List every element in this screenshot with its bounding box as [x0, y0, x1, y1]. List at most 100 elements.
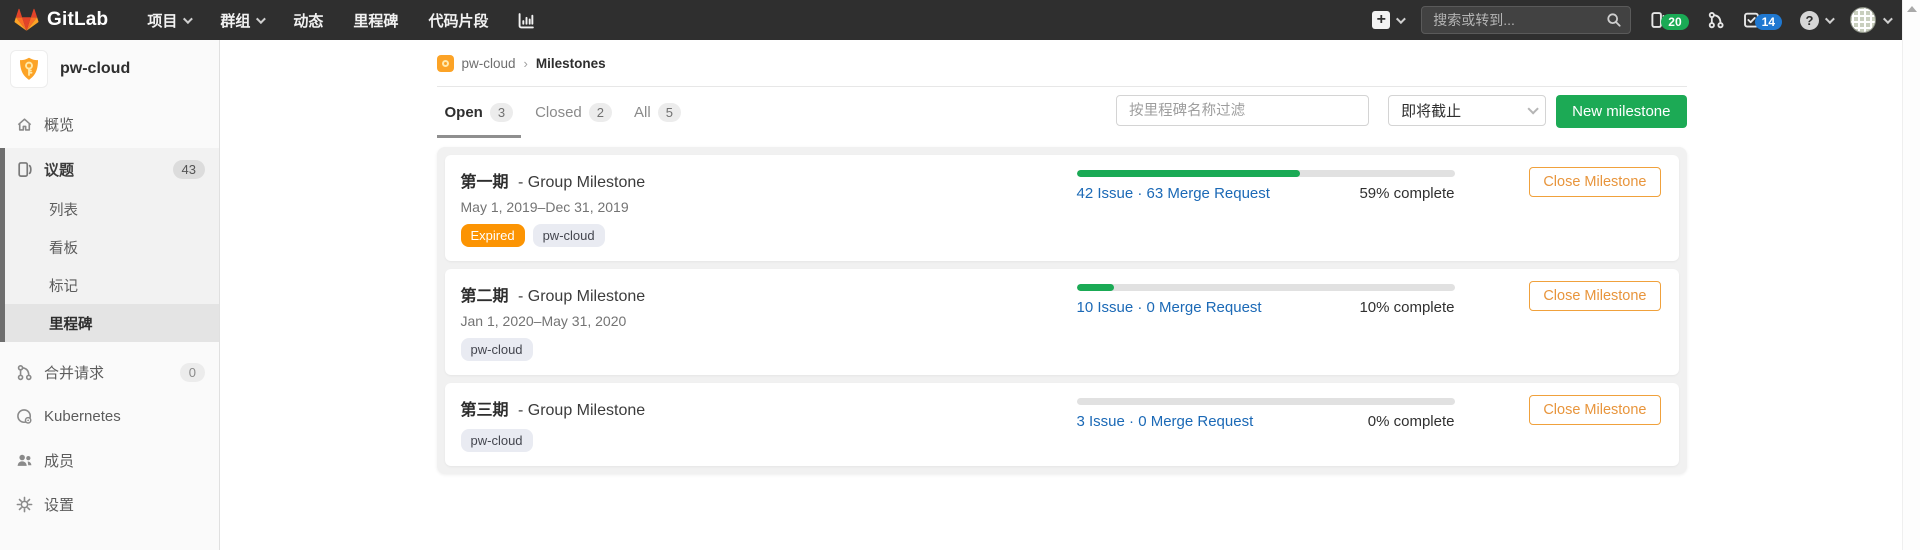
chevron-down-icon: [1825, 14, 1835, 24]
members-icon: [16, 452, 33, 469]
milestone-date-range: May 1, 2019–Dec 31, 2019: [461, 199, 1663, 215]
milestone-row: 第一期 - Group Milestone May 1, 2019–Dec 31…: [445, 155, 1679, 261]
home-icon: [16, 116, 33, 133]
user-avatar: [1850, 7, 1876, 33]
tab-closed[interactable]: Closed 2: [527, 95, 620, 138]
help-menu[interactable]: ?: [1800, 11, 1832, 30]
sidebar-item-label: 设置: [44, 494, 74, 515]
tab-closed-count: 2: [589, 103, 612, 122]
milestone-filter-input[interactable]: [1116, 95, 1369, 126]
nav-projects[interactable]: 项目: [134, 0, 203, 40]
tab-all[interactable]: All 5: [626, 95, 689, 138]
sidebar-item-kubernetes[interactable]: Kubernetes: [0, 394, 219, 438]
sidebar-item-boards[interactable]: 看板: [5, 228, 219, 266]
up-arrow-icon: [1907, 6, 1917, 12]
nav-milestones[interactable]: 里程碑: [340, 0, 411, 40]
help-icon: ?: [1800, 11, 1819, 30]
global-search: [1421, 6, 1631, 34]
tab-open-count: 3: [490, 103, 513, 122]
merge-requests-shortcut[interactable]: [1707, 11, 1725, 29]
close-milestone-button[interactable]: Close Milestone: [1529, 281, 1660, 311]
todos-shortcut[interactable]: 14: [1743, 11, 1782, 29]
milestone-title-suffix: - Group Milestone: [518, 402, 645, 419]
sidebar-item-label: 成员: [44, 450, 74, 471]
page-scrollbar[interactable]: [1902, 0, 1920, 550]
milestone-row: 第三期 - Group Milestone pw-cloud 3 Issue ·…: [445, 383, 1679, 466]
milestone-title-link[interactable]: 第二期: [461, 288, 509, 305]
issues-count-badge: 20: [1661, 14, 1688, 30]
tab-open[interactable]: Open 3: [437, 95, 522, 138]
sidebar-item-overview[interactable]: 概览: [0, 104, 219, 144]
issue-mr-links[interactable]: 42 Issue · 63 Merge Request: [1077, 185, 1270, 202]
sort-dropdown[interactable]: 即将截止: [1388, 95, 1546, 126]
chevron-down-icon: [256, 14, 266, 24]
project-label-badge[interactable]: pw-cloud: [461, 429, 533, 452]
nav-groups[interactable]: 群组: [207, 0, 276, 40]
user-menu[interactable]: [1850, 7, 1890, 33]
expired-badge: Expired: [461, 224, 525, 247]
project-label-badge[interactable]: pw-cloud: [533, 224, 605, 247]
new-menu-button[interactable]: +: [1372, 11, 1403, 29]
sidebar-item-labels[interactable]: 标记: [5, 266, 219, 304]
sidebar-item-milestones[interactable]: 里程碑: [5, 304, 219, 342]
issue-mr-links[interactable]: 3 Issue · 0 Merge Request: [1077, 413, 1254, 430]
sidebar-item-members[interactable]: 成员: [0, 438, 219, 482]
mr-count-pill: 0: [180, 363, 205, 382]
scrollbar-up-button[interactable]: [1903, 0, 1920, 18]
sidebar-issues-section: 议题 43 列表 看板 标记 里程碑: [0, 148, 219, 342]
milestone-progress: 10 Issue · 0 Merge Request 10% complete: [1077, 284, 1455, 316]
nav-activity[interactable]: 动态: [280, 0, 336, 40]
close-milestone-button[interactable]: Close Milestone: [1529, 395, 1660, 425]
progress-track: [1077, 170, 1455, 177]
project-sidebar: pw-cloud 概览 议题 43 列表 看板 标记 里程碑: [0, 40, 220, 550]
search-icon[interactable]: [1606, 12, 1622, 28]
sidebar-item-label: 议题: [44, 159, 74, 180]
milestone-progress: 3 Issue · 0 Merge Request 0% complete: [1077, 398, 1455, 430]
percent-complete: 59% complete: [1359, 185, 1454, 202]
milestone-title-link[interactable]: 第三期: [461, 402, 509, 419]
nav-snippets[interactable]: 代码片段: [415, 0, 501, 40]
close-milestone-button[interactable]: Close Milestone: [1529, 167, 1660, 197]
new-milestone-button[interactable]: New milestone: [1556, 95, 1686, 128]
gear-icon: [16, 496, 33, 513]
milestone-title-link[interactable]: 第一期: [461, 174, 509, 191]
analytics-icon[interactable]: [505, 0, 548, 40]
gitlab-logo[interactable]: GitLab: [14, 8, 108, 32]
cluster-icon: [16, 408, 33, 425]
issue-mr-links[interactable]: 10 Issue · 0 Merge Request: [1077, 299, 1262, 316]
breadcrumb-current-page: Milestones: [536, 56, 606, 71]
sidebar-item-issue-list[interactable]: 列表: [5, 190, 219, 228]
sidebar-project-name: pw-cloud: [60, 60, 130, 78]
breadcrumb-project-avatar: [437, 55, 454, 72]
progress-fill: [1077, 170, 1300, 177]
sidebar-item-label: 概览: [44, 114, 74, 135]
merge-request-icon: [16, 364, 33, 381]
project-label-badge[interactable]: pw-cloud: [461, 338, 533, 361]
milestone-row: 第二期 - Group Milestone Jan 1, 2020–May 31…: [445, 269, 1679, 375]
todos-count-badge: 14: [1755, 14, 1782, 30]
state-tabs: Open 3 Closed 2 All 5: [437, 95, 689, 138]
milestone-title-suffix: - Group Milestone: [518, 288, 645, 305]
issues-icon: [16, 161, 33, 178]
brand-text: GitLab: [47, 9, 108, 31]
sort-dropdown-value: 即将截止: [1401, 100, 1527, 121]
project-avatar: [10, 50, 48, 88]
chevron-down-icon: [1883, 14, 1893, 24]
chevron-down-icon: [1396, 14, 1406, 24]
sidebar-item-settings[interactable]: 设置: [0, 482, 219, 526]
breadcrumb-separator: ›: [524, 56, 528, 71]
sidebar-item-issues[interactable]: 议题 43: [5, 148, 219, 190]
issues-count-pill: 43: [173, 160, 205, 179]
progress-track: [1077, 398, 1455, 405]
progress-fill: [1077, 284, 1115, 291]
sidebar-item-label: 合并请求: [44, 362, 104, 383]
issues-shortcut[interactable]: 20: [1649, 11, 1688, 29]
plus-icon: +: [1372, 11, 1390, 29]
chevron-down-icon: [1528, 103, 1539, 114]
search-input[interactable]: [1421, 6, 1631, 34]
breadcrumb-project-link[interactable]: pw-cloud: [462, 56, 516, 71]
sidebar-item-merge-requests[interactable]: 合并请求 0: [0, 350, 219, 394]
sidebar-project-link[interactable]: pw-cloud: [0, 40, 219, 96]
percent-complete: 0% complete: [1368, 413, 1455, 430]
top-nav: 项目 群组 动态 里程碑 代码片段: [134, 0, 548, 40]
